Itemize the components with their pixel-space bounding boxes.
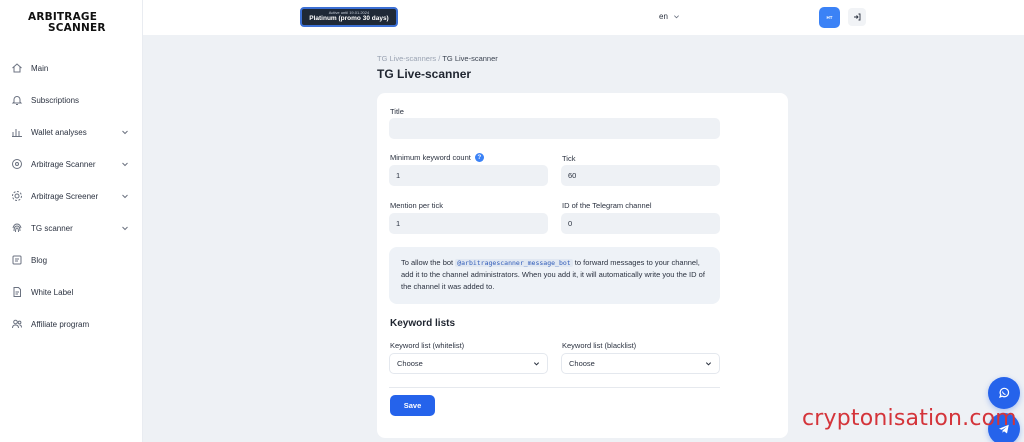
sidebar-item-label: Arbitrage Scanner <box>31 159 96 169</box>
help-icon[interactable]: ? <box>474 153 484 162</box>
whatsapp-icon <box>999 387 1010 398</box>
sidebar: ARBITRAGE SCANNER Main Subscriptions Wal… <box>0 0 143 442</box>
scan-icon <box>11 158 23 170</box>
divider <box>389 387 720 388</box>
chevron-down-icon[interactable] <box>121 128 129 136</box>
chevron-down-icon[interactable] <box>121 192 129 200</box>
bell-icon <box>11 94 23 106</box>
whitelist-label: Keyword list (whitelist) <box>390 341 464 350</box>
sidebar-item-main[interactable]: Main <box>0 52 143 84</box>
sidebar-item-label: Main <box>31 63 49 73</box>
chevron-down-icon <box>705 362 712 366</box>
keyword-lists-title: Keyword lists <box>390 318 456 329</box>
top-bar: Active until 19.01.2024 Platinum (promo … <box>143 0 1024 35</box>
save-button[interactable]: Save <box>390 395 435 416</box>
blacklist-label-text: Keyword list (blacklist) <box>562 341 637 350</box>
users-icon <box>11 318 23 330</box>
sidebar-item-label: TG scanner <box>31 223 73 233</box>
bot-info-box: To allow the bot @arbitragescanner_messa… <box>389 247 720 304</box>
sidebar-item-arbitrage-scanner[interactable]: Arbitrage Scanner <box>0 148 143 180</box>
title-input[interactable] <box>389 118 720 139</box>
channel-id-label: ID of the Telegram channel <box>562 201 652 210</box>
sidebar-nav: Main Subscriptions Wallet analyses Arbit… <box>0 52 143 340</box>
sidebar-item-subscriptions[interactable]: Subscriptions <box>0 84 143 116</box>
page-title: TG Live-scanner <box>377 67 472 81</box>
breadcrumb-current: TG Live-scanner <box>442 54 498 63</box>
chevron-down-icon <box>533 362 540 366</box>
chevron-down-icon <box>673 15 679 19</box>
plan-badge[interactable]: Active until 19.01.2024 Platinum (promo … <box>300 7 398 27</box>
home-icon <box>11 62 23 74</box>
bar-chart-icon <box>11 126 23 138</box>
title-label: Title <box>390 107 404 116</box>
sidebar-item-label: Wallet analyses <box>31 127 87 137</box>
sidebar-item-white-label[interactable]: White Label <box>0 276 143 308</box>
whitelist-value: Choose <box>397 359 423 368</box>
mention-label-text: Mention per tick <box>390 201 443 210</box>
whitelist-select[interactable]: Choose <box>389 353 548 374</box>
watermark: cryptonisation.com <box>802 406 1017 431</box>
tick-label: Tick <box>562 154 575 163</box>
sidebar-item-label: Affiliate program <box>31 319 90 329</box>
channel-id-input[interactable]: 0 <box>561 213 720 234</box>
sidebar-item-affiliate-program[interactable]: Affiliate program <box>0 308 143 340</box>
document-icon <box>11 286 23 298</box>
whitelist-label-text: Keyword list (whitelist) <box>390 341 465 350</box>
blacklist-value: Choose <box>569 359 595 368</box>
language-selector[interactable]: en <box>659 12 680 21</box>
sidebar-item-label: Subscriptions <box>31 95 80 105</box>
settings-icon <box>11 190 23 202</box>
sidebar-item-tg-scanner[interactable]: TG scanner <box>0 212 143 244</box>
blacklist-label: Keyword list (blacklist) <box>562 341 636 350</box>
tick-input[interactable]: 60 <box>561 165 720 186</box>
avatar[interactable]: HT <box>819 7 840 28</box>
sidebar-item-label: White Label <box>31 287 74 297</box>
chevron-down-icon[interactable] <box>121 224 129 232</box>
logout-button[interactable] <box>848 8 866 26</box>
blacklist-select[interactable]: Choose <box>561 353 720 374</box>
min-keyword-label-text: Minimum keyword count <box>390 153 471 162</box>
breadcrumb-separator: / <box>438 54 441 63</box>
plan-name: Platinum (promo 30 days) <box>309 15 389 22</box>
chevron-down-icon[interactable] <box>121 160 129 168</box>
channel-id-label-text: ID of the Telegram channel <box>562 201 652 210</box>
blog-icon <box>11 254 23 266</box>
scanner-form-card: Title Minimum keyword count ? 1 Tick 60 … <box>377 93 788 438</box>
logo[interactable]: ARBITRAGE SCANNER <box>28 11 118 35</box>
bot-username: @arbitragescanner_message_bot <box>455 259 573 267</box>
sidebar-item-blog[interactable]: Blog <box>0 244 143 276</box>
min-keyword-label: Minimum keyword count ? <box>390 153 484 162</box>
language-label: en <box>659 12 668 21</box>
tick-label-text: Tick <box>562 154 576 163</box>
breadcrumb-parent-link[interactable]: TG Live-scanners <box>377 54 436 63</box>
logo-line-2: SCANNER <box>48 22 106 34</box>
breadcrumb: TG Live-scanners / TG Live-scanner <box>377 54 498 63</box>
info-prefix: To allow the bot <box>401 258 456 267</box>
sidebar-item-label: Arbitrage Screener <box>31 191 99 201</box>
logout-icon <box>854 13 861 21</box>
sidebar-item-wallet-analyses[interactable]: Wallet analyses <box>0 116 143 148</box>
sidebar-item-arbitrage-screener[interactable]: Arbitrage Screener <box>0 180 143 212</box>
mention-label: Mention per tick <box>390 201 443 210</box>
min-keyword-input[interactable]: 1 <box>389 165 548 186</box>
whatsapp-button[interactable] <box>988 377 1020 409</box>
title-label-text: Title <box>390 107 404 116</box>
sidebar-item-label: Blog <box>31 255 48 265</box>
mention-input[interactable]: 1 <box>389 213 548 234</box>
fingerprint-icon <box>11 222 23 234</box>
